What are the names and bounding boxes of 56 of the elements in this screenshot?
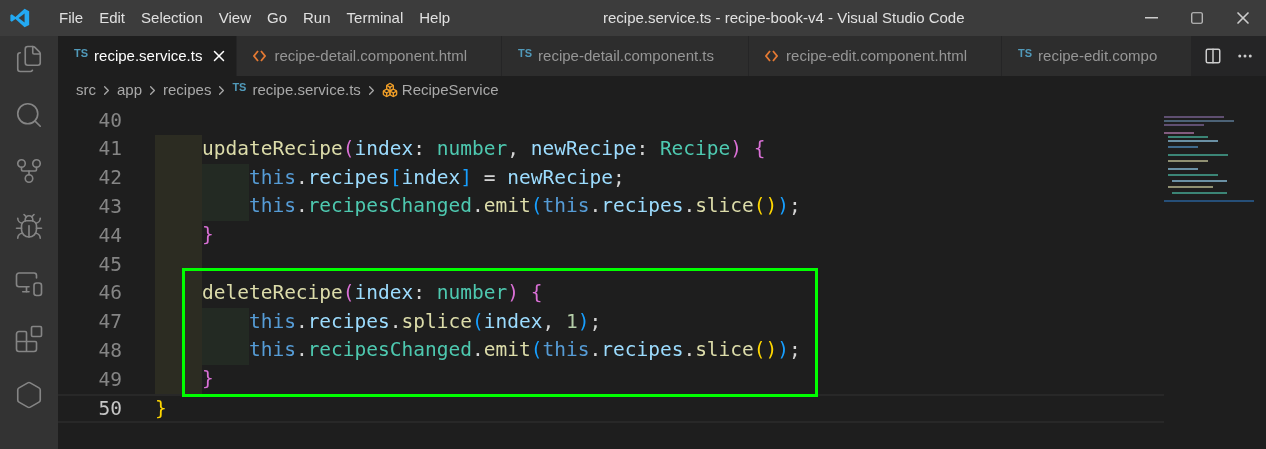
menu-item[interactable]: View (210, 6, 259, 30)
code-brackets-icon (253, 50, 267, 62)
hexagon-icon[interactable] (14, 380, 44, 410)
editor-tab[interactable]: TS recipe-detail.component.ts (502, 36, 750, 76)
line-number: 44 (97, 225, 122, 246)
editor-tab[interactable]: TS recipe-edit.compo (1002, 36, 1193, 76)
code-line: this.recipes.splice(index, 1); (155, 307, 602, 337)
breadcrumb-item[interactable]: RecipeService (401, 78, 499, 102)
editor-tab[interactable]: TS recipe.service.ts (58, 36, 238, 76)
files-icon[interactable] (14, 44, 44, 74)
ts-file-icon: TS (74, 44, 89, 62)
line-number: 48 (97, 341, 122, 361)
breadcrumb-item[interactable]: recipes (163, 78, 212, 102)
search-icon[interactable] (14, 100, 44, 130)
line-number: 47 (97, 312, 122, 332)
breadcrumb-item[interactable]: src (76, 78, 96, 102)
code-line: this.recipesChanged.emit(this.recipes.slice()); (155, 336, 801, 366)
line-number: 50 (97, 398, 122, 419)
line-number: 46 (97, 283, 122, 303)
editor-tab[interactable]: recipe-detail.component.html (237, 36, 503, 76)
blocks-icon[interactable] (14, 324, 44, 354)
maximize-icon (1190, 11, 1204, 25)
line-number: 41 (97, 139, 122, 159)
menu-item[interactable]: File (51, 6, 92, 30)
ts-file-icon: TS (518, 44, 533, 62)
class-icon (381, 82, 398, 98)
code-line: } (155, 365, 214, 394)
minimize-icon (1144, 17, 1158, 19)
menu-item[interactable]: Selection (133, 6, 211, 30)
code-line: deleteRecipe(index: number) { (155, 278, 543, 308)
branch-icon[interactable] (14, 156, 44, 186)
app-logo-icon (9, 7, 31, 29)
line-number: 43 (97, 197, 122, 217)
line-number: 42 (97, 168, 122, 188)
code-line: this.recipesChanged.emit(this.recipes.slice()); (155, 192, 801, 222)
line-number: 49 (97, 369, 122, 390)
menu-item[interactable]: Run (295, 6, 339, 30)
menu-item[interactable]: Edit (91, 6, 134, 30)
code-line: updateRecipe(index: number, newRecipe: Recipe) { (155, 134, 766, 164)
breadcrumb-item[interactable]: app (117, 78, 143, 102)
ts-file-icon: TS (1018, 44, 1033, 62)
menu-item[interactable]: Terminal (338, 6, 412, 30)
code-brackets-icon (765, 50, 779, 62)
code-line: } (155, 398, 167, 419)
line-number: 45 (97, 254, 122, 275)
breadcrumb-item[interactable]: recipe.service.ts (252, 78, 361, 102)
code-line: this.recipes[index] = newRecipe; (155, 163, 625, 193)
editor-tab[interactable]: recipe-edit.component.html (749, 36, 1002, 76)
window-title: recipe.service.ts - recipe-book-v4 - Visual Studio Code (603, 7, 965, 28)
menu-item[interactable]: Help (411, 6, 459, 30)
split-editor-icon[interactable] (1204, 47, 1222, 65)
menu-item[interactable]: Go (259, 6, 295, 30)
ts-file-icon: TS (232, 78, 247, 96)
code-line: } (155, 221, 214, 250)
line-number: 40 (97, 110, 122, 131)
bug-icon[interactable] (14, 212, 44, 242)
